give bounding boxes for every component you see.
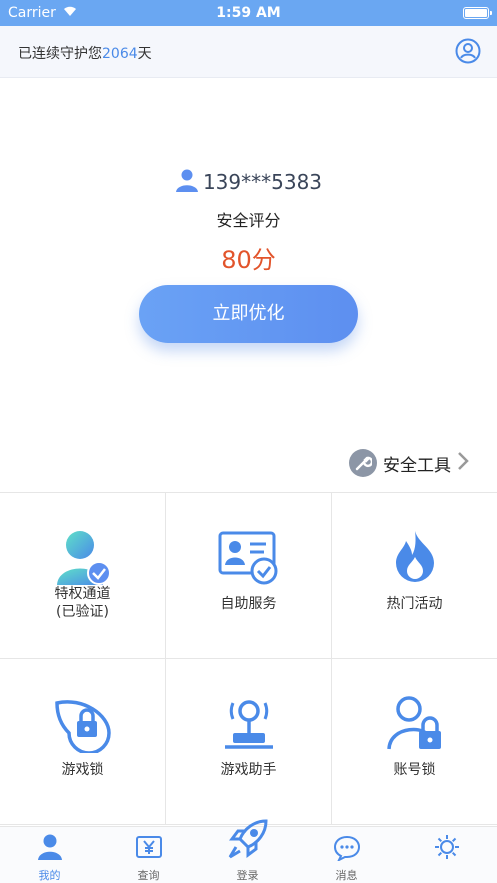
guard-text: 已连续守护您2064天 [18,43,152,63]
grid-hot-events[interactable]: 热门活动 [332,493,497,659]
chevron-right-icon [457,451,469,476]
tab-query[interactable]: 查询 [99,827,198,883]
user-icon [175,168,199,197]
joystick-icon [166,695,331,753]
tab-bar: 我的 查询 登录 消息 [0,819,497,883]
privilege-line-1: 特权通道 [54,586,111,602]
more-icon [396,833,497,861]
user-icon [0,833,99,861]
tab-label: 查询 [137,869,160,882]
tab-login[interactable]: 登录 [198,819,297,883]
guard-banner: 已连续守护您2064天 [0,26,497,78]
grid-label: 游戏锁 [61,762,104,778]
security-tools-link[interactable]: 安全工具 [349,448,469,478]
privilege-line-2: (已验证) [56,604,109,620]
guard-prefix: 已连续守护您 [18,46,102,62]
status-bar: Carrier 1:59 AM [0,0,497,26]
feature-grid: 特权通道 (已验证) 自助服务 热门活动 游戏锁 游戏助手 账号锁 [0,492,497,825]
tab-label: 消息 [335,869,358,882]
leaf-lock-icon [0,695,165,753]
tab-label: 登录 [236,869,259,882]
grid-game-lock[interactable]: 游戏锁 [0,659,166,825]
rocket-icon [198,817,297,861]
user-lock-icon [332,695,497,753]
grid-label: 账号锁 [393,762,436,778]
score-label: 安全评分 [216,211,281,230]
chat-icon [297,833,396,861]
flame-icon [332,529,497,587]
optimize-button[interactable]: 立即优化 [139,285,358,343]
wrench-icon [349,449,377,477]
grid-label: 自助服务 [220,596,277,612]
battery-icon [463,7,492,19]
grid-label: 游戏助手 [220,762,277,778]
security-score: 80分 [221,246,276,274]
grid-label: 特权通道 (已验证) [0,585,165,621]
grid-label: 热门活动 [386,596,443,612]
id-card-check-icon [166,529,331,587]
grid-game-assistant[interactable]: 游戏助手 [166,659,332,825]
security-tools-label: 安全工具 [383,455,451,476]
tab-more[interactable] [396,827,497,883]
tab-messages[interactable]: 消息 [297,827,396,883]
grid-account-lock[interactable]: 账号锁 [332,659,497,825]
profile-icon[interactable] [455,38,481,64]
tab-mine[interactable]: 我的 [0,827,99,883]
yuan-query-icon [99,833,198,861]
account-phone-row: 139***5383 [0,168,497,197]
status-time: 1:59 AM [216,5,281,21]
grid-self-service[interactable]: 自助服务 [166,493,332,659]
guard-days: 2064 [102,46,138,62]
account-phone: 139***5383 [202,170,323,194]
grid-privilege-channel[interactable]: 特权通道 (已验证) [0,493,166,659]
tab-label: 我的 [38,869,61,882]
privilege-user-check-icon [0,529,165,587]
guard-suffix: 天 [137,46,152,62]
